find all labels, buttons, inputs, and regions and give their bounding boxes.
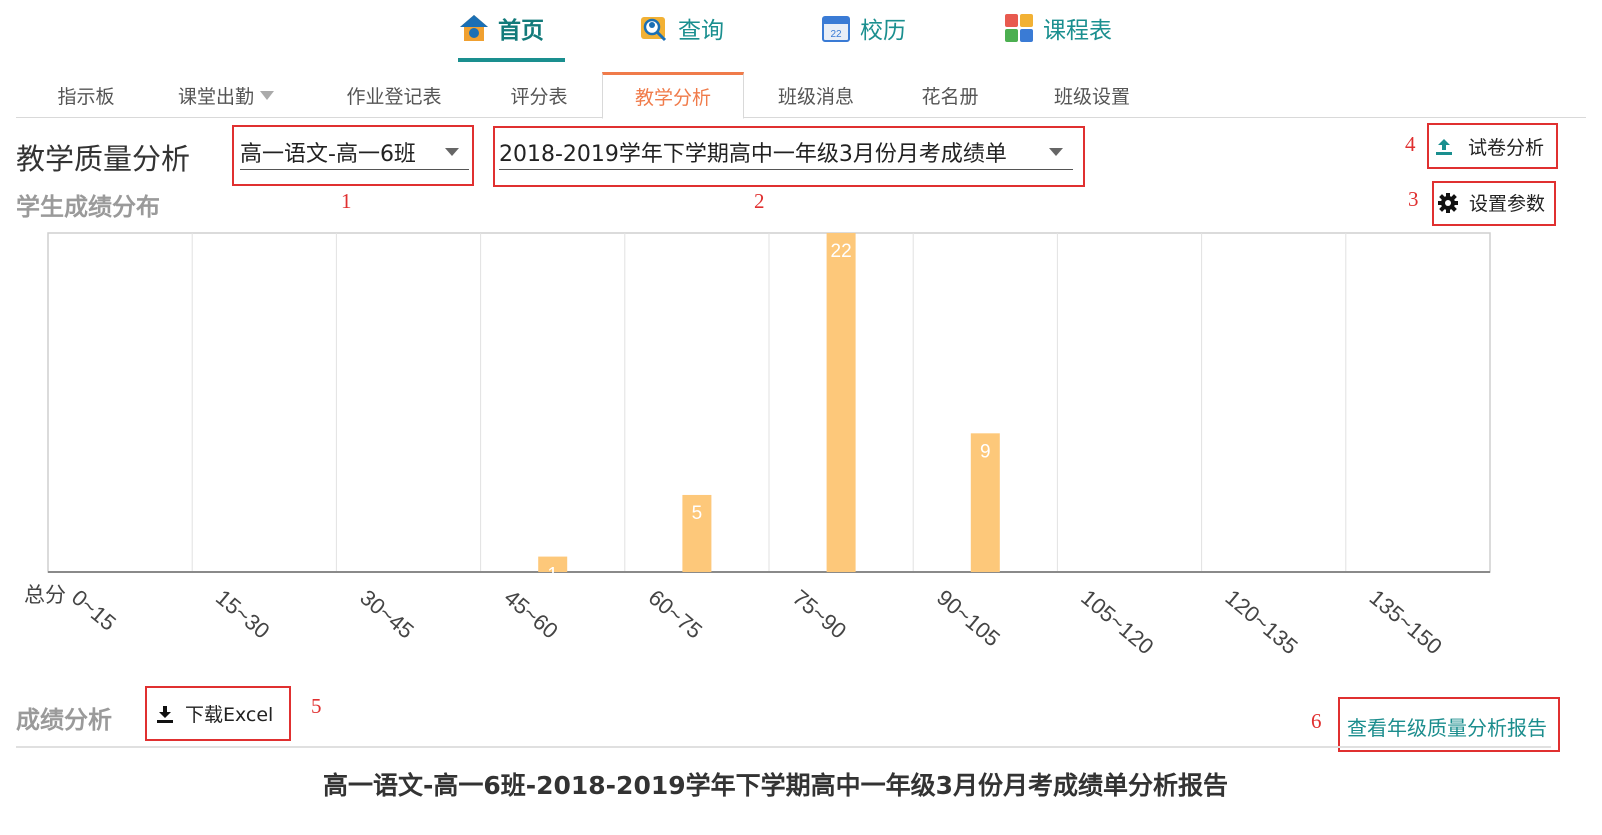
tab-label: 花名册: [921, 85, 979, 108]
tab-label: 教学分析: [634, 87, 711, 109]
chevron-down-icon: [260, 90, 274, 100]
tab-gradebook[interactable]: 评分表: [489, 72, 589, 118]
annotation-number-3: 3: [1408, 187, 1419, 211]
page-title: 教学质量分析: [16, 142, 191, 176]
tab-label: 评分表: [510, 85, 568, 108]
tab-class-messages[interactable]: 班级消息: [766, 72, 866, 118]
annotation-number-4: 4: [1405, 132, 1416, 156]
annotation-box-2: [493, 126, 1085, 187]
x-tick-label: 90~105: [932, 585, 1005, 652]
nav-calendar[interactable]: 22 校历: [820, 8, 906, 48]
home-icon: [460, 15, 488, 41]
annotation-box-5: [145, 686, 291, 741]
report-title: 高一语文-高一6班-2018-2019学年下学期高中一年级3月份月考成绩单分析报…: [322, 771, 1229, 800]
tab-label: 班级设置: [1053, 85, 1130, 108]
nav-home[interactable]: 首页: [458, 8, 544, 48]
score-distribution-chart: 0~15 15~30 30~45 1 45~60 5 60~75 22 75~90 9 90~105…: [0, 225, 1602, 675]
x-tick-label: 30~45: [355, 585, 418, 644]
score-analysis-title: 成绩分析: [16, 706, 112, 734]
annotation-box-3: [1432, 181, 1556, 226]
annotation-number-2: 2: [754, 189, 765, 213]
tab-teaching-analysis[interactable]: 教学分析: [602, 72, 744, 119]
distribution-section-title: 学生成绩分布: [16, 193, 160, 221]
x-tick-label: 60~75: [644, 585, 707, 644]
bar: [826, 233, 856, 572]
x-axis-label: 总分: [24, 584, 66, 607]
tab-homework[interactable]: 作业登记表: [334, 72, 454, 118]
tab-attendance[interactable]: 课堂出勤: [156, 72, 296, 118]
bar-value-label: 9: [980, 441, 991, 462]
tab-label: 课堂出勤: [177, 85, 254, 108]
bar-value-label: 5: [692, 503, 703, 524]
nav-home-label: 首页: [498, 18, 544, 44]
x-tick-label: 45~60: [499, 585, 562, 644]
annotation-number-6: 6: [1311, 709, 1322, 733]
nav-schedule[interactable]: 课程表: [1003, 8, 1112, 48]
nav-calendar-label: 校历: [860, 18, 906, 44]
schedule-icon: [1005, 14, 1033, 42]
nav-schedule-label: 课程表: [1043, 18, 1112, 44]
tab-dashboard[interactable]: 指示板: [36, 72, 136, 118]
tab-roster[interactable]: 花名册: [900, 72, 1000, 118]
bar-value-label: 1: [547, 565, 558, 586]
annotation-number-5: 5: [311, 694, 322, 718]
sub-tabs: 指示板 课堂出勤 作业登记表 评分表 教学分析 班级消息 花名册 班级设置: [16, 72, 1586, 119]
x-tick-label: 15~30: [211, 585, 274, 644]
x-tick-label: 0~15: [67, 585, 121, 636]
calendar-icon: 22: [822, 16, 850, 42]
tab-label: 班级消息: [777, 85, 854, 108]
section-divider: [16, 746, 1551, 748]
svg-text:22: 22: [830, 29, 842, 40]
annotation-box-4: [1427, 123, 1558, 169]
annotation-box-6: [1338, 697, 1560, 752]
annotation-number-1: 1: [341, 189, 352, 213]
top-navigation: 首页 查询 22 校历 课程表: [0, 0, 1602, 62]
tab-label: 指示板: [57, 85, 115, 108]
x-tick-label: 135~150: [1365, 585, 1447, 660]
nav-active-indicator: [458, 58, 565, 62]
x-tick-label: 120~135: [1220, 585, 1302, 660]
nav-query-label: 查询: [678, 18, 724, 44]
x-tick-label: 75~90: [788, 585, 851, 644]
annotation-box-1: [232, 125, 474, 186]
search-person-icon: [641, 17, 667, 42]
x-tick-label: 105~120: [1076, 585, 1158, 660]
tab-class-settings[interactable]: 班级设置: [1032, 72, 1152, 118]
tab-label: 作业登记表: [346, 85, 442, 108]
bar-value-label: 22: [831, 241, 852, 262]
score-distribution-svg: 0~15 15~30 30~45 145~60 5 60~75 22 75~90 9 90~105…: [24, 232, 1491, 660]
nav-query[interactable]: 查询: [638, 8, 724, 48]
